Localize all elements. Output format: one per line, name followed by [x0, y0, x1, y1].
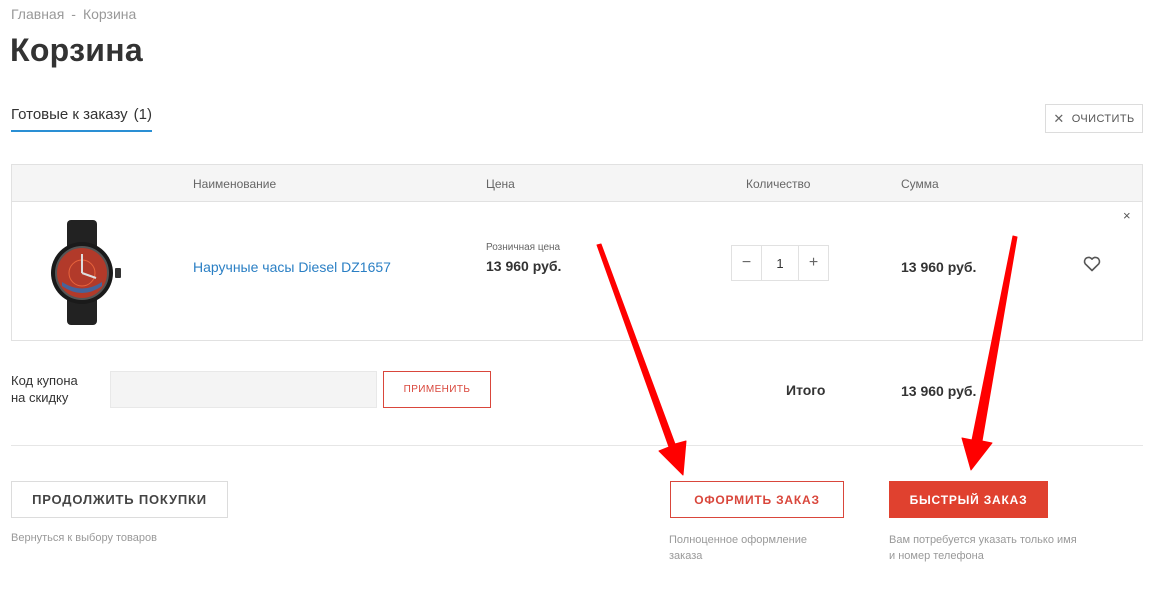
coupon-input[interactable]	[110, 371, 377, 408]
row-sum: 13 960 руб.	[901, 259, 977, 275]
close-icon: ✕	[1053, 110, 1065, 126]
column-header-sum: Сумма	[901, 177, 939, 191]
column-header-quantity: Количество	[746, 177, 811, 191]
continue-shopping-note: Вернуться к выбору товаров	[11, 532, 157, 544]
total-label: Итого	[786, 382, 826, 398]
checkout-note: Полноценное оформление заказа	[669, 534, 807, 562]
product-price: 13 960 руб.	[486, 258, 562, 274]
total-value: 13 960 руб.	[901, 383, 977, 399]
quantity-input[interactable]: 1	[761, 246, 799, 280]
cart-table: Наименование Цена Количество Сумма Наруч…	[11, 164, 1143, 341]
heart-icon[interactable]	[1083, 256, 1101, 272]
breadcrumb-separator: -	[71, 6, 76, 22]
column-header-price: Цена	[486, 177, 515, 191]
table-header: Наименование Цена Количество Сумма	[12, 165, 1142, 202]
coupon-label: Код купона на скидку	[11, 372, 78, 406]
breadcrumb-home-link[interactable]: Главная	[11, 6, 64, 22]
remove-item-icon[interactable]: ×	[1123, 208, 1131, 223]
clear-cart-button[interactable]: ✕ ОЧИСТИТЬ	[1045, 104, 1143, 133]
increase-quantity-button[interactable]: +	[799, 246, 828, 280]
apply-coupon-button[interactable]: ПРИМЕНИТЬ	[383, 371, 491, 408]
quick-order-note: Вам потребуется указать только имя и ном…	[889, 534, 1077, 562]
retail-price-label: Розничная цена	[486, 242, 561, 253]
decrease-quantity-button[interactable]: −	[732, 246, 761, 280]
quantity-stepper: − 1 +	[731, 245, 829, 281]
divider	[11, 445, 1143, 446]
checkout-button[interactable]: ОФОРМИТЬ ЗАКАЗ	[670, 481, 844, 518]
column-header-name: Наименование	[193, 177, 277, 191]
tab-count: (1)	[133, 106, 153, 123]
watch-image[interactable]	[42, 220, 122, 325]
clear-cart-label: ОЧИСТИТЬ	[1071, 112, 1135, 125]
product-name-link[interactable]: Наручные часы Diesel DZ1657	[193, 259, 391, 275]
breadcrumb: Главная - Корзина	[11, 6, 136, 22]
page-title: Корзина	[10, 32, 144, 68]
coupon-label-line1: Код купона	[11, 373, 78, 388]
breadcrumb-current[interactable]: Корзина	[83, 6, 136, 22]
tab-ready-to-order[interactable]: Готовые к заказу (1)	[11, 106, 153, 132]
tab-label: Готовые к заказу	[11, 106, 128, 123]
quick-order-button[interactable]: БЫСТРЫЙ ЗАКАЗ	[889, 481, 1048, 518]
continue-shopping-button[interactable]: ПРОДОЛЖИТЬ ПОКУПКИ	[11, 481, 228, 518]
coupon-label-line2: на скидку	[11, 390, 69, 405]
